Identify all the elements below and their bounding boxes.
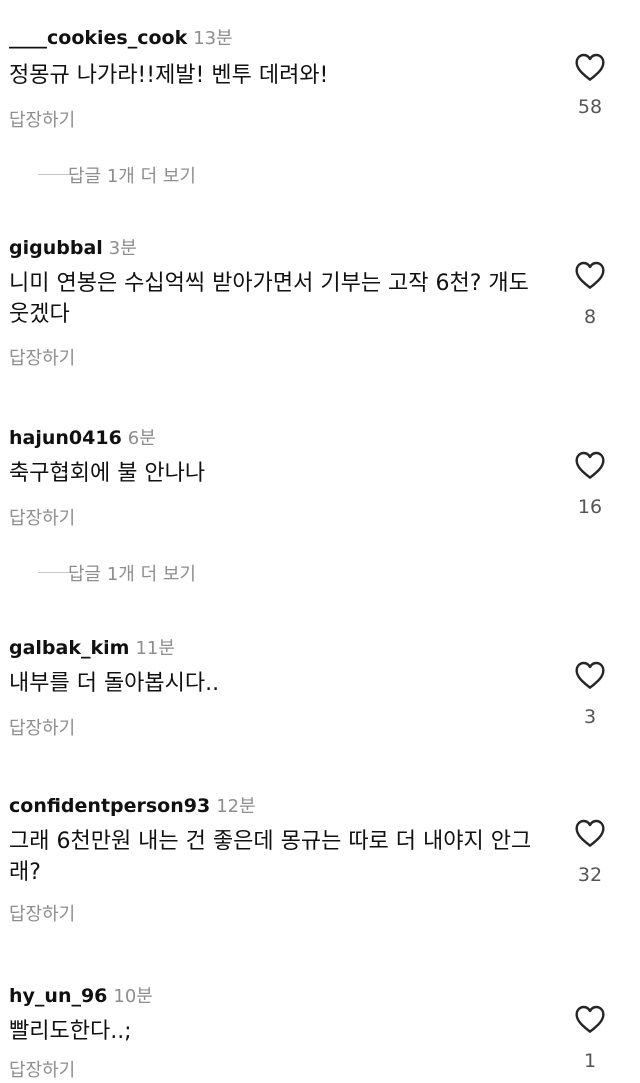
like-count: 8 bbox=[583, 306, 597, 328]
reply-button[interactable]: 답장하기 bbox=[9, 714, 75, 740]
divider-line bbox=[38, 572, 70, 573]
view-replies-label[interactable]: 답글 1개 더 보기 bbox=[68, 162, 196, 188]
comment-time: 3분 bbox=[108, 238, 137, 259]
comment-username[interactable]: gigubbal bbox=[9, 237, 103, 259]
comment-header: confidentperson93 12분 bbox=[9, 792, 256, 818]
comment-time: 13분 bbox=[193, 28, 233, 49]
comment-text: 그래 6천만원 내는 건 좋은데 몽규는 따로 더 내야지 안그래? bbox=[9, 829, 532, 885]
comment-time: 11분 bbox=[135, 638, 175, 659]
comment-text: 니미 연봉은 수십억씩 받아가면서 기부는 고작 6천? 개도 웃겠다 bbox=[9, 271, 529, 327]
comment-time: 12분 bbox=[216, 796, 256, 817]
comment-text: 빨리도한다..; bbox=[9, 1019, 132, 1044]
comment-text: 축구협회에 불 안나나 bbox=[9, 461, 206, 486]
reply-button[interactable]: 답장하기 bbox=[9, 344, 75, 370]
comment-username[interactable]: galbak_kim bbox=[9, 637, 129, 659]
heart-outline-icon[interactable] bbox=[574, 260, 606, 290]
view-replies[interactable]: 답글 1개 더 보기 bbox=[0, 160, 640, 190]
like-count: 58 bbox=[577, 96, 603, 118]
comment-header: ____cookies_cook 13분 bbox=[9, 24, 233, 50]
view-replies-label[interactable]: 답글 1개 더 보기 bbox=[68, 560, 196, 586]
heart-outline-icon[interactable] bbox=[574, 450, 606, 480]
like-count: 16 bbox=[577, 496, 603, 518]
reply-button[interactable]: 답장하기 bbox=[9, 106, 75, 132]
comment-header: hy_un_96 10분 bbox=[9, 982, 153, 1008]
like-count: 1 bbox=[583, 1050, 597, 1072]
reply-button[interactable]: 답장하기 bbox=[9, 1056, 75, 1082]
comment-text: 내부를 더 돌아봅시다.. bbox=[9, 671, 220, 696]
heart-outline-icon[interactable] bbox=[574, 660, 606, 690]
view-replies[interactable]: 답글 1개 더 보기 bbox=[0, 558, 640, 588]
comment-username[interactable]: hajun0416 bbox=[9, 427, 122, 449]
divider-line bbox=[38, 174, 70, 175]
comment-header: hajun0416 6분 bbox=[9, 424, 156, 450]
heart-outline-icon[interactable] bbox=[574, 1004, 606, 1034]
comment-header: gigubbal 3분 bbox=[9, 234, 137, 260]
comment-username[interactable]: ____cookies_cook bbox=[9, 27, 187, 49]
reply-button[interactable]: 답장하기 bbox=[9, 504, 75, 530]
comment-header: galbak_kim 11분 bbox=[9, 634, 175, 660]
comment-text: 정몽규 나가라!!제발! 벤투 데려와! bbox=[9, 63, 329, 88]
heart-outline-icon[interactable] bbox=[574, 52, 606, 82]
comment-time: 10분 bbox=[113, 986, 153, 1007]
comment-time: 6분 bbox=[127, 428, 156, 449]
heart-outline-icon[interactable] bbox=[574, 818, 606, 848]
like-count: 3 bbox=[583, 706, 597, 728]
reply-button[interactable]: 답장하기 bbox=[9, 900, 75, 926]
comment-username[interactable]: hy_un_96 bbox=[9, 985, 107, 1007]
comment-username[interactable]: confidentperson93 bbox=[9, 795, 210, 817]
like-count: 32 bbox=[577, 864, 603, 886]
